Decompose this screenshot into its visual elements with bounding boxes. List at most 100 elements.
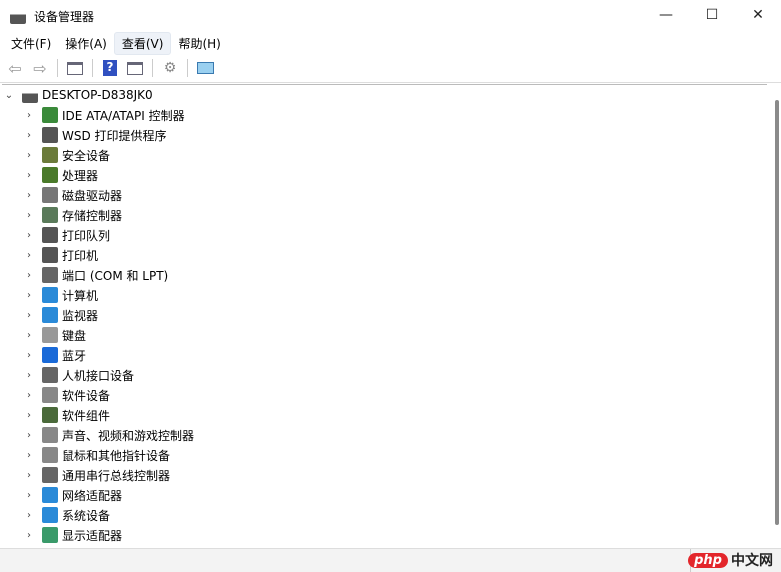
chevron-right-icon[interactable]: › <box>22 350 36 361</box>
tree-item-label: 磁盘驱动器 <box>62 188 123 203</box>
minimize-button[interactable]: — <box>643 0 689 30</box>
device-category-icon <box>42 467 58 483</box>
device-category-icon <box>42 447 58 463</box>
tree-item[interactable]: › 声音、视频和游戏控制器 <box>2 425 767 445</box>
tree-item[interactable]: › 监视器 <box>2 305 767 325</box>
tree-item[interactable]: › 通用串行总线控制器 <box>2 465 767 485</box>
chevron-right-icon[interactable]: › <box>22 530 36 541</box>
device-category-icon <box>42 507 58 523</box>
tree-item[interactable]: › IDE ATA/ATAPI 控制器 <box>2 105 767 125</box>
chevron-right-icon[interactable]: › <box>22 510 36 521</box>
tree-item-label: 软件组件 <box>62 408 111 423</box>
tree-item-label: 监视器 <box>62 308 99 323</box>
menu-view[interactable]: 查看(V) <box>113 31 172 55</box>
chevron-right-icon[interactable]: › <box>22 470 36 481</box>
tree-item-label: 处理器 <box>62 168 99 183</box>
chevron-right-icon[interactable]: › <box>22 210 36 221</box>
chevron-right-icon[interactable]: › <box>22 490 36 501</box>
tree-item[interactable]: › 处理器 <box>2 165 767 185</box>
device-manager-icon <box>10 8 26 24</box>
tree-item[interactable]: › 存储控制器 <box>2 205 767 225</box>
device-category-icon <box>42 407 58 423</box>
tree-item-label: 网络适配器 <box>62 488 123 503</box>
chevron-right-icon[interactable]: › <box>22 310 36 321</box>
tree-item-label: 打印队列 <box>62 228 111 243</box>
close-button[interactable]: ✕ <box>735 0 781 30</box>
computer-icon <box>22 87 38 103</box>
chevron-down-icon[interactable]: ⌄ <box>2 90 16 101</box>
tree-item-label: 存储控制器 <box>62 208 123 223</box>
chevron-right-icon[interactable]: › <box>22 150 36 161</box>
chevron-right-icon[interactable]: › <box>22 270 36 281</box>
device-category-icon <box>42 227 58 243</box>
tree-item-label: 软件设备 <box>62 388 111 403</box>
device-category-icon <box>42 207 58 223</box>
device-category-icon <box>42 147 58 163</box>
chevron-right-icon[interactable]: › <box>22 230 36 241</box>
chevron-right-icon[interactable]: › <box>22 130 36 141</box>
chevron-right-icon[interactable]: › <box>22 250 36 261</box>
tree-item[interactable]: › 蓝牙 <box>2 345 767 365</box>
device-category-icon <box>42 527 58 543</box>
tree-item[interactable]: › 鼠标和其他指针设备 <box>2 445 767 465</box>
tree-item-label: 人机接口设备 <box>62 368 135 383</box>
tree-item-label: 通用串行总线控制器 <box>62 468 171 483</box>
scrollbar[interactable] <box>775 100 779 525</box>
tree-item-label: 鼠标和其他指针设备 <box>62 448 171 463</box>
chevron-right-icon[interactable]: › <box>22 390 36 401</box>
tree-item[interactable]: › 系统设备 <box>2 505 767 525</box>
tree-item[interactable]: › 网络适配器 <box>2 485 767 505</box>
menu-help[interactable]: 帮助(H) <box>171 33 227 54</box>
device-category-icon <box>42 307 58 323</box>
help-icon[interactable]: ? <box>99 57 121 79</box>
device-category-icon <box>42 367 58 383</box>
chevron-right-icon[interactable]: › <box>22 110 36 121</box>
show-hide-console-tree-icon[interactable] <box>64 57 86 79</box>
chevron-right-icon[interactable]: › <box>22 330 36 341</box>
tree-item[interactable]: › 软件设备 <box>2 385 767 405</box>
update-driver-icon[interactable]: ⚙ <box>159 57 181 79</box>
tree-item-label: 端口 (COM 和 LPT) <box>62 268 169 283</box>
chevron-right-icon[interactable]: › <box>22 430 36 441</box>
toolbar: ⇦ ⇨ ? ⚙ <box>0 54 781 83</box>
chevron-right-icon[interactable]: › <box>22 170 36 181</box>
maximize-button[interactable]: ☐ <box>689 0 735 30</box>
chevron-right-icon[interactable]: › <box>22 450 36 461</box>
tree-item[interactable]: › 人机接口设备 <box>2 365 767 385</box>
tree-root[interactable]: ⌄ DESKTOP-D838JK0 <box>2 85 767 105</box>
tree-item[interactable]: › 打印队列 <box>2 225 767 245</box>
device-tree: ⌄ DESKTOP-D838JK0 › IDE ATA/ATAPI 控制器 › WSD… <box>2 84 767 548</box>
device-category-icon <box>42 347 58 363</box>
menu-bar: 文件(F) 操作(A) 查看(V) 帮助(H) <box>0 31 781 55</box>
chevron-right-icon[interactable]: › <box>22 290 36 301</box>
tree-item[interactable]: › WSD 打印提供程序 <box>2 125 767 145</box>
tree-item[interactable]: › 显示适配器 <box>2 525 767 545</box>
tree-item-label: 显示适配器 <box>62 528 123 543</box>
tree-item-label: 系统设备 <box>62 508 111 523</box>
tree-item[interactable]: › 端口 (COM 和 LPT) <box>2 265 767 285</box>
device-category-icon <box>42 267 58 283</box>
back-icon[interactable]: ⇦ <box>4 57 26 79</box>
tree-item-label: 打印机 <box>62 248 99 263</box>
chevron-right-icon[interactable]: › <box>22 190 36 201</box>
forward-icon[interactable]: ⇨ <box>29 57 51 79</box>
device-category-icon <box>42 167 58 183</box>
tree-item[interactable]: › 磁盘驱动器 <box>2 185 767 205</box>
tree-item[interactable]: › 软件组件 <box>2 405 767 425</box>
menu-action[interactable]: 操作(A) <box>58 33 114 54</box>
device-category-icon <box>42 187 58 203</box>
scan-hardware-icon[interactable] <box>194 57 216 79</box>
tree-item-label: WSD 打印提供程序 <box>62 128 167 143</box>
show-action-pane-icon[interactable] <box>124 57 146 79</box>
device-category-icon <box>42 327 58 343</box>
tree-item[interactable]: › 计算机 <box>2 285 767 305</box>
tree-item[interactable]: › 打印机 <box>2 245 767 265</box>
chevron-right-icon[interactable]: › <box>22 370 36 381</box>
tree-item[interactable]: › 键盘 <box>2 325 767 345</box>
device-category-icon <box>42 487 58 503</box>
tree-item[interactable]: › 安全设备 <box>2 145 767 165</box>
menu-file[interactable]: 文件(F) <box>4 33 58 54</box>
window-title: 设备管理器 <box>34 9 95 24</box>
tree-item-label: 计算机 <box>62 288 99 303</box>
chevron-right-icon[interactable]: › <box>22 410 36 421</box>
